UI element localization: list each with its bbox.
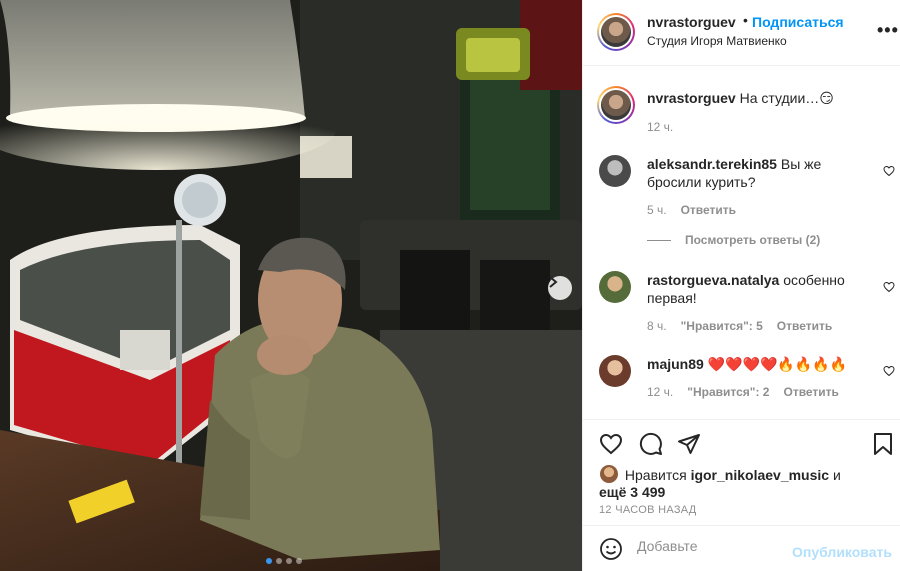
comment-text: ❤️❤️❤️❤️🔥🔥🔥🔥 <box>707 356 848 372</box>
comment-time[interactable]: 8 ч. <box>647 319 667 333</box>
likes-summary: Нравится igor_nikolaev_music и ещё 3 499 <box>599 464 889 501</box>
comment-avatar[interactable] <box>599 155 631 187</box>
photo-scene <box>0 0 582 571</box>
replies-divider <box>647 239 671 241</box>
header-separator: • <box>743 12 748 28</box>
comment: majun89 ❤️❤️❤️❤️🔥🔥🔥🔥 <box>647 355 877 373</box>
post-photo[interactable] <box>0 0 582 571</box>
reply-button[interactable]: Ответить <box>681 203 736 217</box>
liker-username[interactable]: igor_nikolaev_music <box>691 467 830 483</box>
like-comment-icon[interactable] <box>883 281 895 293</box>
comment-icon[interactable] <box>639 432 663 456</box>
reply-button[interactable]: Ответить <box>777 319 832 333</box>
carousel-dots <box>266 558 302 564</box>
comment-likes[interactable]: "Нравится": 5 <box>681 319 763 333</box>
post-time-ago[interactable]: 12 ЧАСОВ НАЗАД <box>599 504 697 516</box>
post-header: nvrastorguev • Подписаться Студия Игоря … <box>583 0 900 66</box>
comment-username[interactable]: aleksandr.terekin85 <box>647 156 777 172</box>
comment-meta: 8 ч. "Нравится": 5 Ответить <box>647 319 832 333</box>
caption-avatar[interactable] <box>597 86 635 124</box>
post-side-panel: nvrastorguev • Подписаться Студия Игоря … <box>582 0 900 571</box>
like-comment-icon[interactable] <box>883 365 895 377</box>
caption-emoji: 😏 <box>819 90 834 106</box>
caption-meta: 12 ч. <box>647 120 673 134</box>
carousel-dot <box>286 558 292 564</box>
carousel-dot <box>296 558 302 564</box>
caption-time[interactable]: 12 ч. <box>647 120 673 134</box>
follow-button[interactable]: Подписаться <box>752 14 844 30</box>
author-avatar[interactable] <box>597 13 635 51</box>
comment: rastorgueva.natalya особенно первая! <box>647 271 867 307</box>
view-replies-button[interactable]: Посмотреть ответы (2) <box>647 233 820 247</box>
comment-input[interactable] <box>637 538 817 554</box>
carousel-dot <box>276 558 282 564</box>
share-icon[interactable] <box>677 432 701 456</box>
caption-text: На студии… <box>739 90 820 106</box>
likes-prefix: Нравится <box>624 467 687 483</box>
more-options-button[interactable]: ••• <box>877 20 899 41</box>
comment-meta: 5 ч. Ответить <box>647 203 736 217</box>
liker-avatar[interactable] <box>599 464 619 484</box>
comment-avatar[interactable] <box>599 271 631 303</box>
comment-time[interactable]: 12 ч. <box>647 385 673 399</box>
heart-icon[interactable] <box>599 432 623 456</box>
view-replies-label: Посмотреть ответы (2) <box>685 233 821 247</box>
chevron-right-icon <box>549 276 558 288</box>
author-username[interactable]: nvrastorguev <box>647 14 736 30</box>
likes-count-button[interactable]: ещё 3 499 <box>599 484 665 500</box>
comment-likes[interactable]: "Нравится": 2 <box>687 385 769 399</box>
comment-username[interactable]: rastorgueva.natalya <box>647 272 779 288</box>
comment-time[interactable]: 5 ч. <box>647 203 667 217</box>
bookmark-icon[interactable] <box>871 432 895 456</box>
likes-and: и <box>832 467 841 483</box>
add-comment-bar: Опубликовать <box>583 525 900 571</box>
next-photo-button[interactable] <box>548 276 572 300</box>
caption: nvrastorguev На студии…😏 <box>647 89 887 107</box>
carousel-dot <box>266 558 272 564</box>
post-location[interactable]: Студия Игоря Матвиенко <box>647 34 787 48</box>
post-actions: Нравится igor_nikolaev_music и ещё 3 499… <box>583 419 900 525</box>
comment: aleksandr.terekin85 Вы же бросили курить… <box>647 155 867 191</box>
comments-list[interactable]: nvrastorguev На студии…😏 12 ч. aleksandr… <box>583 67 900 419</box>
like-comment-icon[interactable] <box>883 165 895 177</box>
reply-button[interactable]: Ответить <box>783 385 838 399</box>
comment-avatar[interactable] <box>599 355 631 387</box>
emoji-icon[interactable] <box>599 537 623 561</box>
publish-button[interactable]: Опубликовать <box>792 544 892 560</box>
caption-username[interactable]: nvrastorguev <box>647 90 736 106</box>
comment-username[interactable]: majun89 <box>647 356 704 372</box>
comment-meta: 12 ч. "Нравится": 2 Ответить <box>647 385 839 399</box>
